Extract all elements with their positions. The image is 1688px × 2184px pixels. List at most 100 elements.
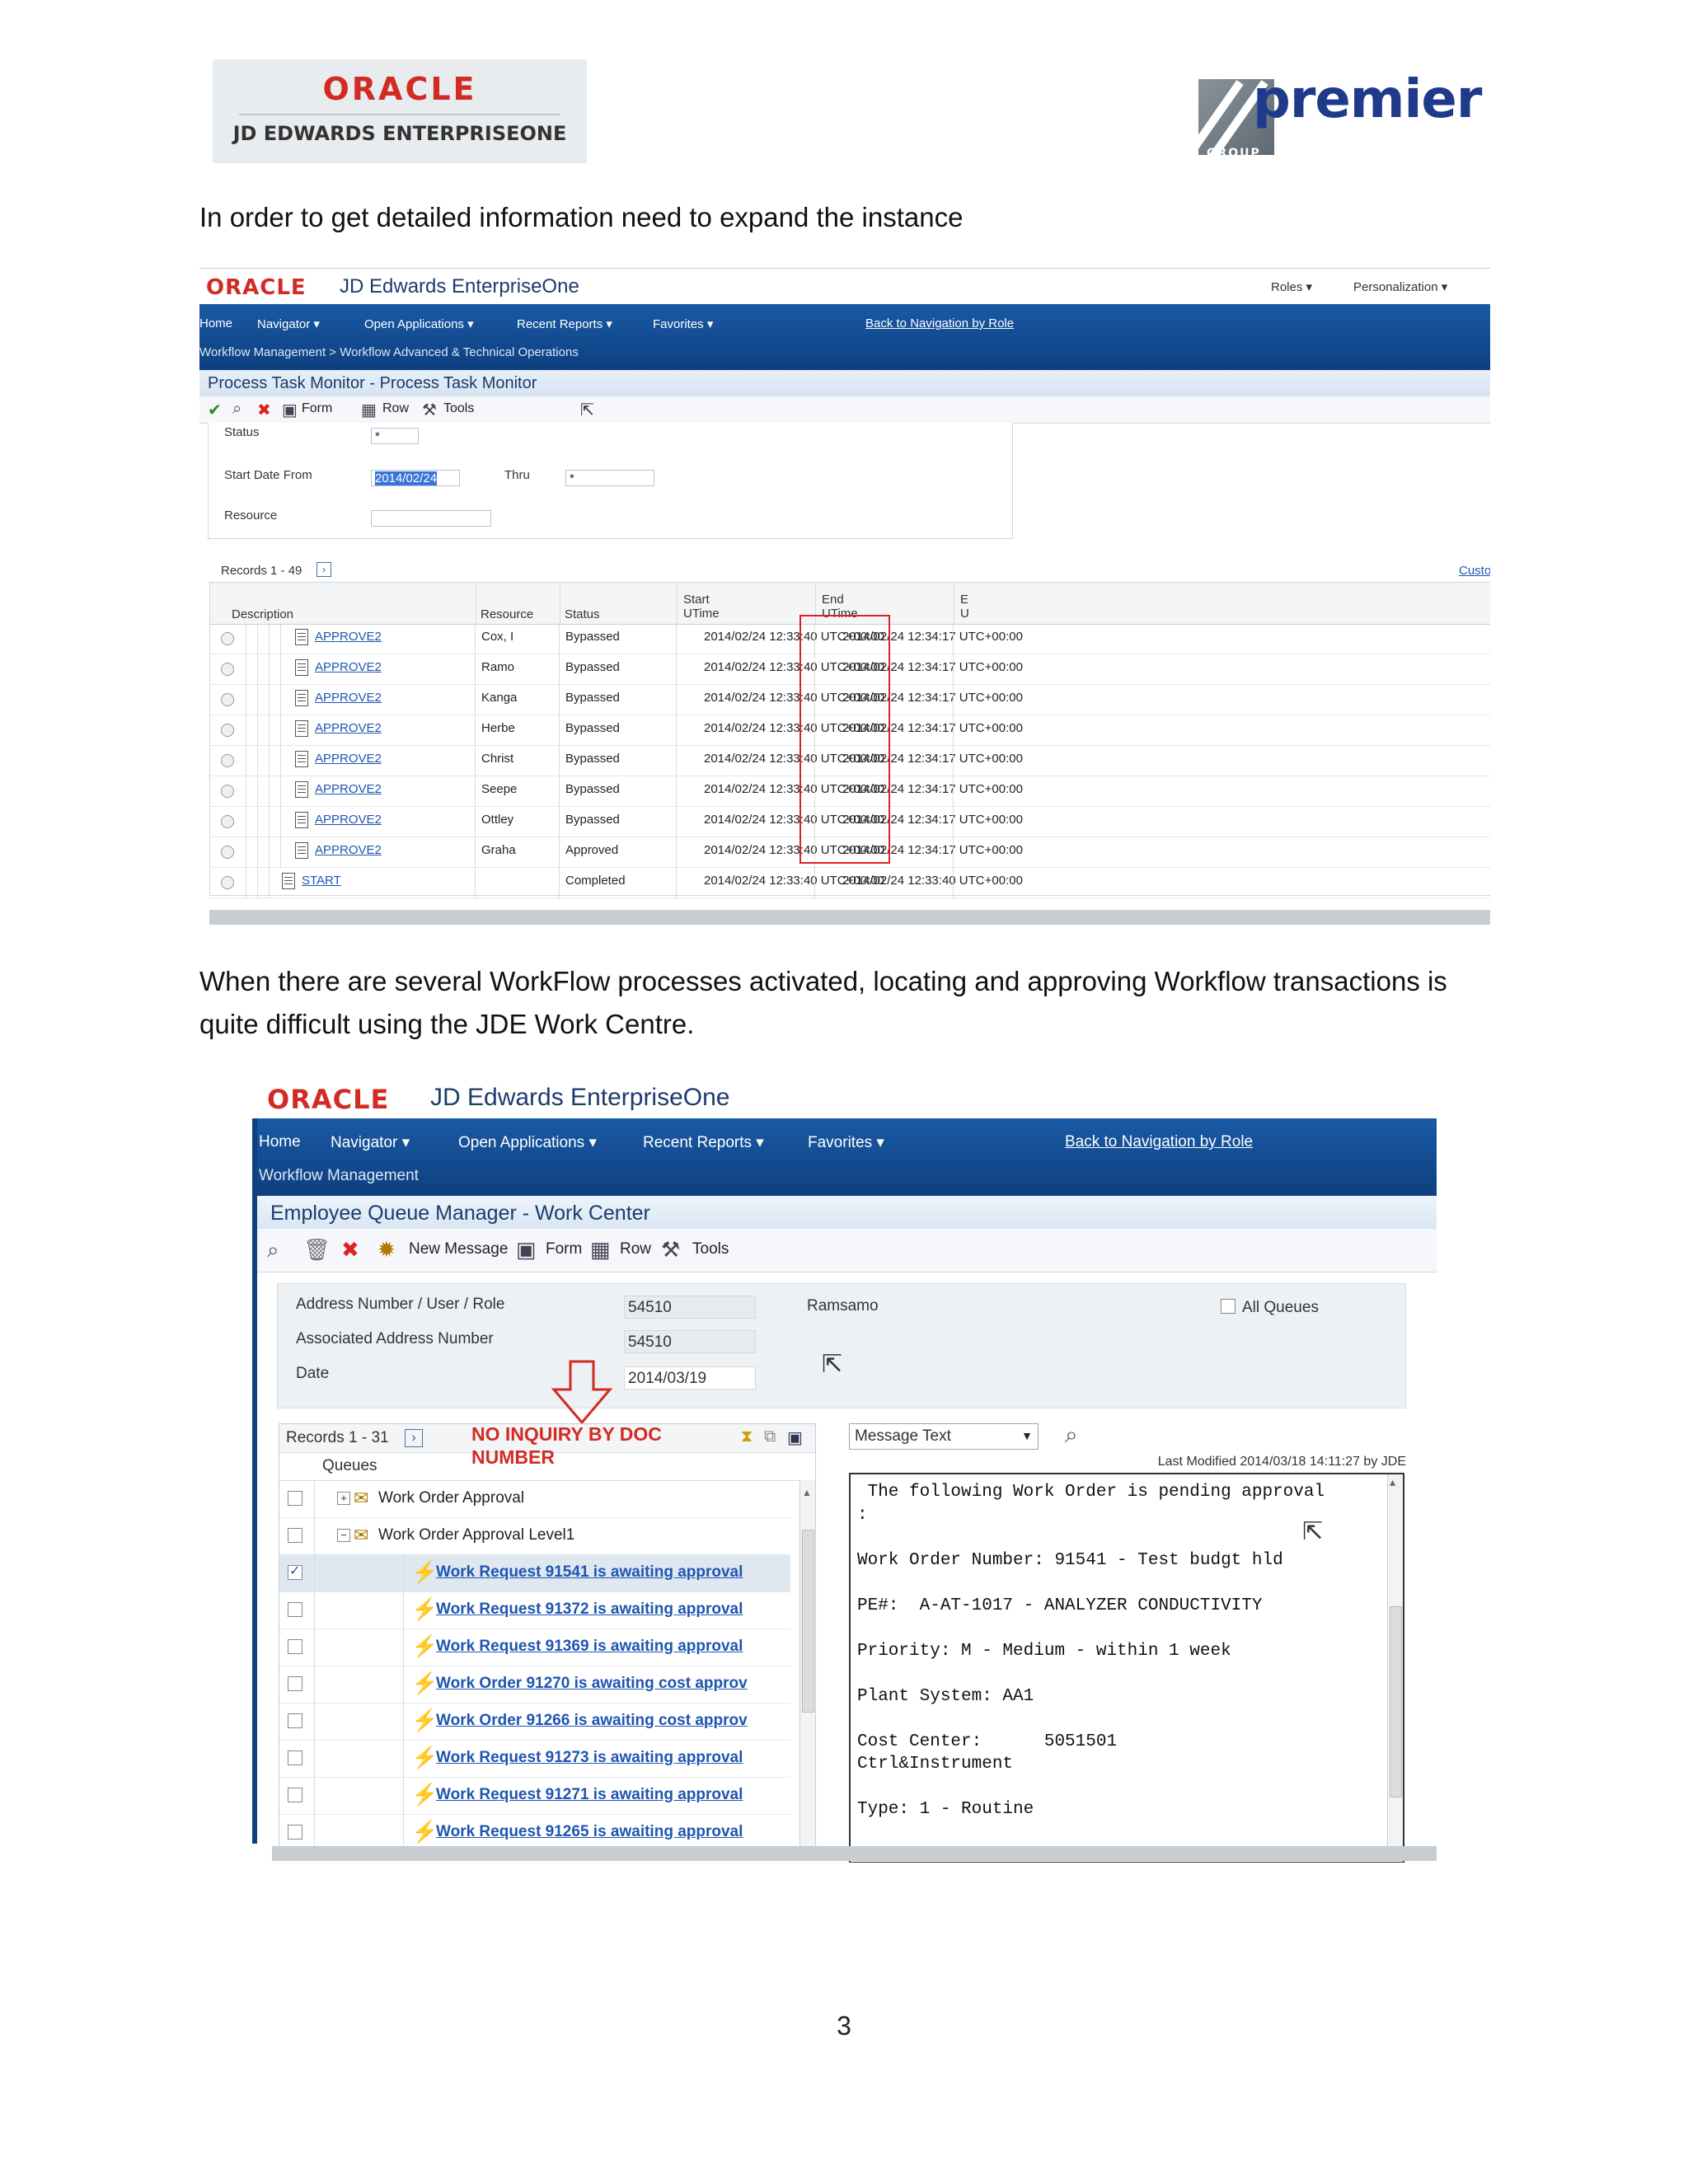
nav-recent-reports[interactable]: Recent Reports ▾ xyxy=(517,316,612,331)
message-type-select[interactable]: Message Text ▼ xyxy=(849,1423,1039,1450)
copy-icon[interactable]: ⧉ xyxy=(764,1427,776,1446)
resource-input[interactable] xyxy=(371,510,491,527)
new-message-button[interactable]: New Message xyxy=(409,1240,508,1258)
row-radio[interactable] xyxy=(221,876,234,889)
row-radio[interactable] xyxy=(221,693,234,706)
row-menu[interactable]: Row xyxy=(620,1240,651,1258)
work-item-link[interactable]: Work Request 91271 is awaiting approval xyxy=(436,1786,743,1804)
task-description-link[interactable]: APPROVE2 xyxy=(315,721,382,735)
queue-row[interactable]: ✓ ⚡ Work Request 91541 is awaiting approva… xyxy=(279,1554,790,1592)
queue-row[interactable]: ⚡ Work Order 91270 is awaiting cost appro… xyxy=(279,1666,790,1704)
queue-row-checkbox[interactable] xyxy=(288,1788,302,1802)
associated-address-input[interactable]: 54510 xyxy=(624,1330,756,1353)
nav-navigator[interactable]: Navigator ▾ xyxy=(331,1133,410,1152)
queue-row[interactable]: ⚡ Work Order 91266 is awaiting cost appro… xyxy=(279,1703,790,1741)
maximize-icon[interactable]: ▣ xyxy=(787,1427,803,1448)
tools-menu[interactable]: Tools xyxy=(443,401,474,416)
row-radio[interactable] xyxy=(221,724,234,737)
col-extra[interactable]: EU xyxy=(960,593,969,621)
delete-trash-icon[interactable]: 🗑 xyxy=(303,1237,331,1263)
row-radio[interactable] xyxy=(221,785,234,798)
address-number-input[interactable]: 54510 xyxy=(624,1296,756,1319)
queue-row-checkbox[interactable] xyxy=(288,1602,302,1617)
nav-recent-reports[interactable]: Recent Reports ▾ xyxy=(643,1133,764,1152)
all-queues-checkbox[interactable] xyxy=(1221,1299,1236,1314)
ok-check-icon[interactable]: ✔ xyxy=(208,400,222,420)
breadcrumb[interactable]: Workflow Management > Workflow Advanced … xyxy=(199,345,579,359)
customize-grid-link[interactable]: Custo xyxy=(1459,564,1490,578)
row-radio[interactable] xyxy=(221,632,234,645)
status-input[interactable]: * xyxy=(371,428,419,444)
row-radio[interactable] xyxy=(221,846,234,859)
task-description-link[interactable]: START xyxy=(302,874,341,888)
start-date-input[interactable]: 2014/02/24 xyxy=(371,470,460,486)
queue-row[interactable]: + ✉ Work Order Approval xyxy=(279,1480,790,1518)
nav-open-applications[interactable]: Open Applications ▾ xyxy=(364,316,474,331)
queue-row[interactable]: ⚡ Work Request 91271 is awaiting approval xyxy=(279,1777,790,1815)
breadcrumb[interactable]: Workflow Management xyxy=(259,1167,419,1185)
next-page-button[interactable]: › xyxy=(405,1429,423,1447)
queue-row-checkbox[interactable] xyxy=(288,1528,302,1543)
nav-navigator[interactable]: Navigator ▾ xyxy=(257,316,320,331)
queue-row-checkbox[interactable] xyxy=(288,1639,302,1654)
roles-menu[interactable]: Roles ▾ xyxy=(1271,279,1312,294)
horizontal-scrollbar[interactable] xyxy=(272,1846,1437,1861)
find-icon[interactable]: ⌕ xyxy=(267,1237,279,1263)
task-description-link[interactable]: APPROVE2 xyxy=(315,660,382,674)
work-item-link[interactable]: Work Order 91270 is awaiting cost approv xyxy=(436,1675,748,1693)
filter-icon[interactable]: ⧗ xyxy=(741,1427,753,1446)
date-input[interactable]: 2014/03/19 xyxy=(624,1366,756,1390)
nav-favorites[interactable]: Favorites ▾ xyxy=(808,1133,884,1152)
expand-toggle-icon[interactable]: + xyxy=(337,1492,350,1505)
queue-row-checkbox[interactable] xyxy=(288,1750,302,1765)
queue-label[interactable]: Work Order Approval Level1 xyxy=(378,1526,574,1544)
task-description-link[interactable]: APPROVE2 xyxy=(315,752,382,766)
col-status[interactable]: Status xyxy=(565,607,600,621)
col-description[interactable]: Description xyxy=(232,607,293,621)
nav-home[interactable]: Home xyxy=(199,316,232,330)
queue-row-checkbox[interactable] xyxy=(288,1676,302,1691)
queue-row-checkbox[interactable]: ✓ xyxy=(288,1564,302,1580)
queue-row[interactable]: ⚡ Work Request 91372 is awaiting approval xyxy=(279,1591,790,1629)
nav-open-applications[interactable]: Open Applications ▾ xyxy=(458,1133,597,1152)
next-page-button[interactable]: › xyxy=(316,562,331,577)
col-start-utime[interactable]: Start UTime xyxy=(683,593,720,621)
row-radio[interactable] xyxy=(221,815,234,828)
back-to-navigation-link[interactable]: Back to Navigation by Role xyxy=(1065,1133,1253,1151)
task-description-link[interactable]: APPROVE2 xyxy=(315,813,382,827)
queue-row[interactable]: ⚡ Work Request 91369 is awaiting approval xyxy=(279,1629,790,1666)
task-description-link[interactable]: APPROVE2 xyxy=(315,843,382,857)
queue-row-checkbox[interactable] xyxy=(288,1825,302,1840)
work-item-link[interactable]: Work Request 91369 is awaiting approval xyxy=(436,1638,743,1656)
queue-row-checkbox[interactable] xyxy=(288,1491,302,1506)
thru-input[interactable]: * xyxy=(565,470,654,486)
queue-row[interactable]: ⚡ Work Request 91273 is awaiting approval xyxy=(279,1740,790,1778)
work-item-link[interactable]: Work Request 91372 is awaiting approval xyxy=(436,1601,743,1619)
message-vertical-scrollbar[interactable]: ▲ xyxy=(1387,1474,1403,1858)
row-radio[interactable] xyxy=(221,663,234,676)
task-description-link[interactable]: APPROVE2 xyxy=(315,691,382,705)
work-item-link[interactable]: Work Request 91273 is awaiting approval xyxy=(436,1749,743,1767)
nav-home[interactable]: Home xyxy=(259,1133,301,1151)
row-radio[interactable] xyxy=(221,754,234,767)
nav-favorites[interactable]: Favorites ▾ xyxy=(653,316,713,331)
search-icon[interactable]: ⌕ xyxy=(1065,1422,1078,1449)
task-description-link[interactable]: APPROVE2 xyxy=(315,782,382,796)
work-item-link[interactable]: Work Request 91265 is awaiting approval xyxy=(436,1823,743,1841)
personalization-menu[interactable]: Personalization ▾ xyxy=(1353,279,1447,294)
close-icon[interactable]: ✖ xyxy=(257,400,271,420)
queue-label[interactable]: Work Order Approval xyxy=(378,1489,524,1507)
work-item-link[interactable]: Work Request 91541 is awaiting approval xyxy=(436,1563,743,1582)
back-to-navigation-link[interactable]: Back to Navigation by Role xyxy=(865,316,1014,330)
task-description-link[interactable]: APPROVE2 xyxy=(315,630,382,644)
form-menu[interactable]: Form xyxy=(302,401,332,416)
col-resource[interactable]: Resource xyxy=(481,607,533,621)
form-menu[interactable]: Form xyxy=(546,1240,582,1258)
table-row[interactable]: START Completed 2014/02/24 12:33:40 UTC+00… xyxy=(209,867,1490,898)
message-text-area[interactable]: The following Work Order is pending appr… xyxy=(849,1473,1404,1863)
queues-column-header[interactable]: Queues xyxy=(322,1457,377,1475)
tools-menu[interactable]: Tools xyxy=(692,1240,729,1258)
work-item-link[interactable]: Work Order 91266 is awaiting cost approv xyxy=(436,1712,748,1730)
horizontal-scrollbar[interactable] xyxy=(209,910,1490,925)
expand-toggle-icon[interactable]: − xyxy=(337,1529,350,1542)
